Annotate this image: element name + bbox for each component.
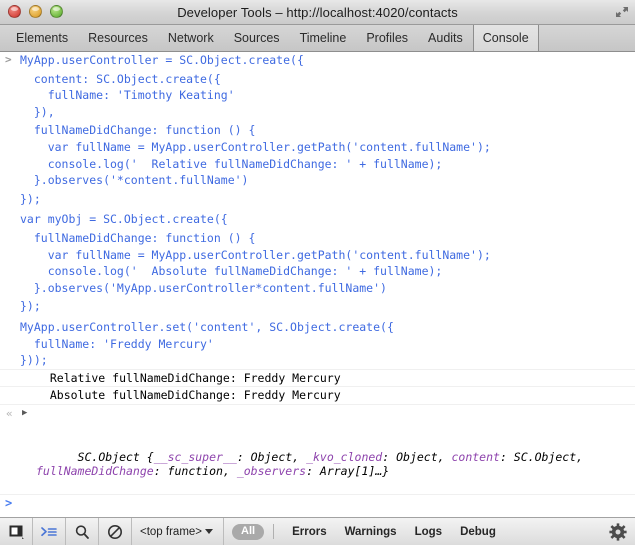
console-input-line: fullName: 'Freddy Mercury' [0,336,635,353]
console-input-line: }); [0,191,635,208]
tab-sources[interactable]: Sources [224,25,290,51]
console-log-entries: Relative fullNameDidChange: Freddy Mercu… [0,370,635,405]
input-line-text: var myObj = SC.Object.create({ [20,212,228,227]
console-statusbar: <top frame> All Errors Warnings Logs Deb… [0,517,635,545]
filter-all[interactable]: All [232,523,265,540]
tab-label: Sources [233,31,280,45]
prompt-caret-icon: > [5,496,13,511]
gear-icon[interactable] [607,521,629,543]
expand-icon[interactable] [614,4,630,20]
tab-network[interactable]: Network [158,25,224,51]
result-property-name: fullNameDidChange [36,464,154,479]
input-line-text: fullNameDidChange: function () { [20,123,256,138]
devtools-tabbar: Elements Resources Network Sources Timel… [0,25,635,52]
result-back-icon: « [6,406,13,420]
input-line-text: fullName: 'Timothy Keating' [20,88,235,103]
console-input-line: console.log(' Absolute fullNameDidChange… [0,263,635,280]
input-line-text: fullNameDidChange: function () { [20,230,256,245]
input-line-text: fullName: 'Freddy Mercury' [20,336,214,351]
input-line-text: }); [20,299,41,314]
input-line-text: var fullName = MyApp.userController.getP… [20,139,491,154]
result-property-name: _observers [236,464,307,479]
console-input-line: > MyApp.userController = SC.Object.create… [0,52,635,69]
filter-warnings[interactable]: Warnings [336,526,406,538]
filter-divider [273,524,275,539]
console-drawer-icon[interactable] [33,518,66,545]
input-line-text: console.log(' Relative fullNameDidChange… [20,156,443,171]
filter-debug[interactable]: Debug [451,526,505,538]
console-input-line: }.observes('*content.fullName') [0,172,635,189]
title-bar: Developer Tools – http://localhost:4020/… [0,0,635,25]
console-input-line: var fullName = MyApp.userController.getP… [0,247,635,264]
input-line-text: console.log(' Absolute fullNameDidChange… [20,264,443,279]
console-input-entry: > MyApp.userController = SC.Object.create… [0,52,635,370]
dock-panel-icon[interactable] [0,518,33,545]
result-property-name: __sc_super__ [153,449,237,464]
tab-label: Audits [428,31,463,45]
minimize-button[interactable] [29,5,42,18]
tab-elements[interactable]: Elements [6,25,78,51]
input-caret-icon: > [5,53,12,66]
disclosure-triangle-icon[interactable]: ▶ [22,406,27,421]
console-input-line: console.log(' Relative fullNameDidChange… [0,156,635,173]
console-input-line: fullName: 'Timothy Keating' [0,87,635,104]
console-result-entry[interactable]: « ▶ SC.Object {__sc_super__: Object, _kv… [0,405,635,496]
console-input-line: content: SC.Object.create({ [0,71,635,88]
tab-label: Profiles [366,31,409,45]
chevron-down-icon [205,529,214,534]
devtools-window: Developer Tools – http://localhost:4020/… [0,0,635,545]
input-line-text: var fullName = MyApp.userController.getP… [20,247,491,262]
tab-label: Console [482,31,529,45]
tab-timeline[interactable]: Timeline [290,25,357,51]
input-line-text: }), [20,104,55,119]
input-line-text: }.observes('*content.fullName') [20,173,249,188]
tab-label: Resources [88,31,148,45]
console-input-line: MyApp.userController.set('content', SC.O… [0,319,635,336]
filter-errors[interactable]: Errors [283,526,336,538]
result-property-name: content [451,449,500,464]
console-input-line: fullNameDidChange: function () { [0,230,635,247]
console-input-line: var fullName = MyApp.userController.getP… [0,139,635,156]
tab-label: Network [167,31,214,45]
console-log-line: Absolute fullNameDidChange: Freddy Mercu… [0,387,635,405]
filter-logs[interactable]: Logs [406,526,451,538]
tab-resources[interactable]: Resources [78,25,158,51]
search-icon[interactable] [66,518,99,545]
input-line-text: })); [20,353,48,368]
console-input-line: }), [0,104,635,121]
frame-selector[interactable]: <top frame> [132,518,225,545]
console-input-line: var myObj = SC.Object.create({ [0,211,635,228]
console-input-line: fullNameDidChange: function () { [0,122,635,139]
tab-label: Timeline [299,31,347,45]
result-text: SC.Object {__sc_super__: Object, _kvo_cl… [36,449,584,479]
input-line-text: }); [20,191,41,206]
tab-audits[interactable]: Audits [418,25,473,51]
tab-profiles[interactable]: Profiles [356,25,418,51]
console-prompt-row[interactable]: > [0,495,635,515]
clear-console-icon[interactable] [99,518,132,545]
console-input-line: }); [0,298,635,315]
console-input-line: })); [0,352,635,370]
console-log-line: Relative fullNameDidChange: Freddy Mercu… [0,370,635,388]
window-controls [8,5,63,18]
console-input-line: }.observes('MyApp.userController*content… [0,280,635,297]
frame-selector-label: <top frame> [140,525,203,538]
close-button[interactable] [8,5,21,18]
input-line-text: MyApp.userController.set('content', SC.O… [20,319,394,334]
tab-label: Elements [16,31,69,45]
tab-console[interactable]: Console [472,25,539,51]
console-output[interactable]: > MyApp.userController = SC.Object.create… [0,52,635,517]
input-line-text: content: SC.Object.create({ [20,71,221,86]
console-filters: All Errors Warnings Logs Debug [224,518,505,545]
zoom-button[interactable] [50,5,63,18]
input-line-text: }.observes('MyApp.userController*content… [20,280,387,295]
window-title: Developer Tools – http://localhost:4020/… [177,4,458,20]
result-property-name: _kvo_cloned [306,449,383,464]
input-line-text: MyApp.userController = SC.Object.create(… [20,53,304,67]
